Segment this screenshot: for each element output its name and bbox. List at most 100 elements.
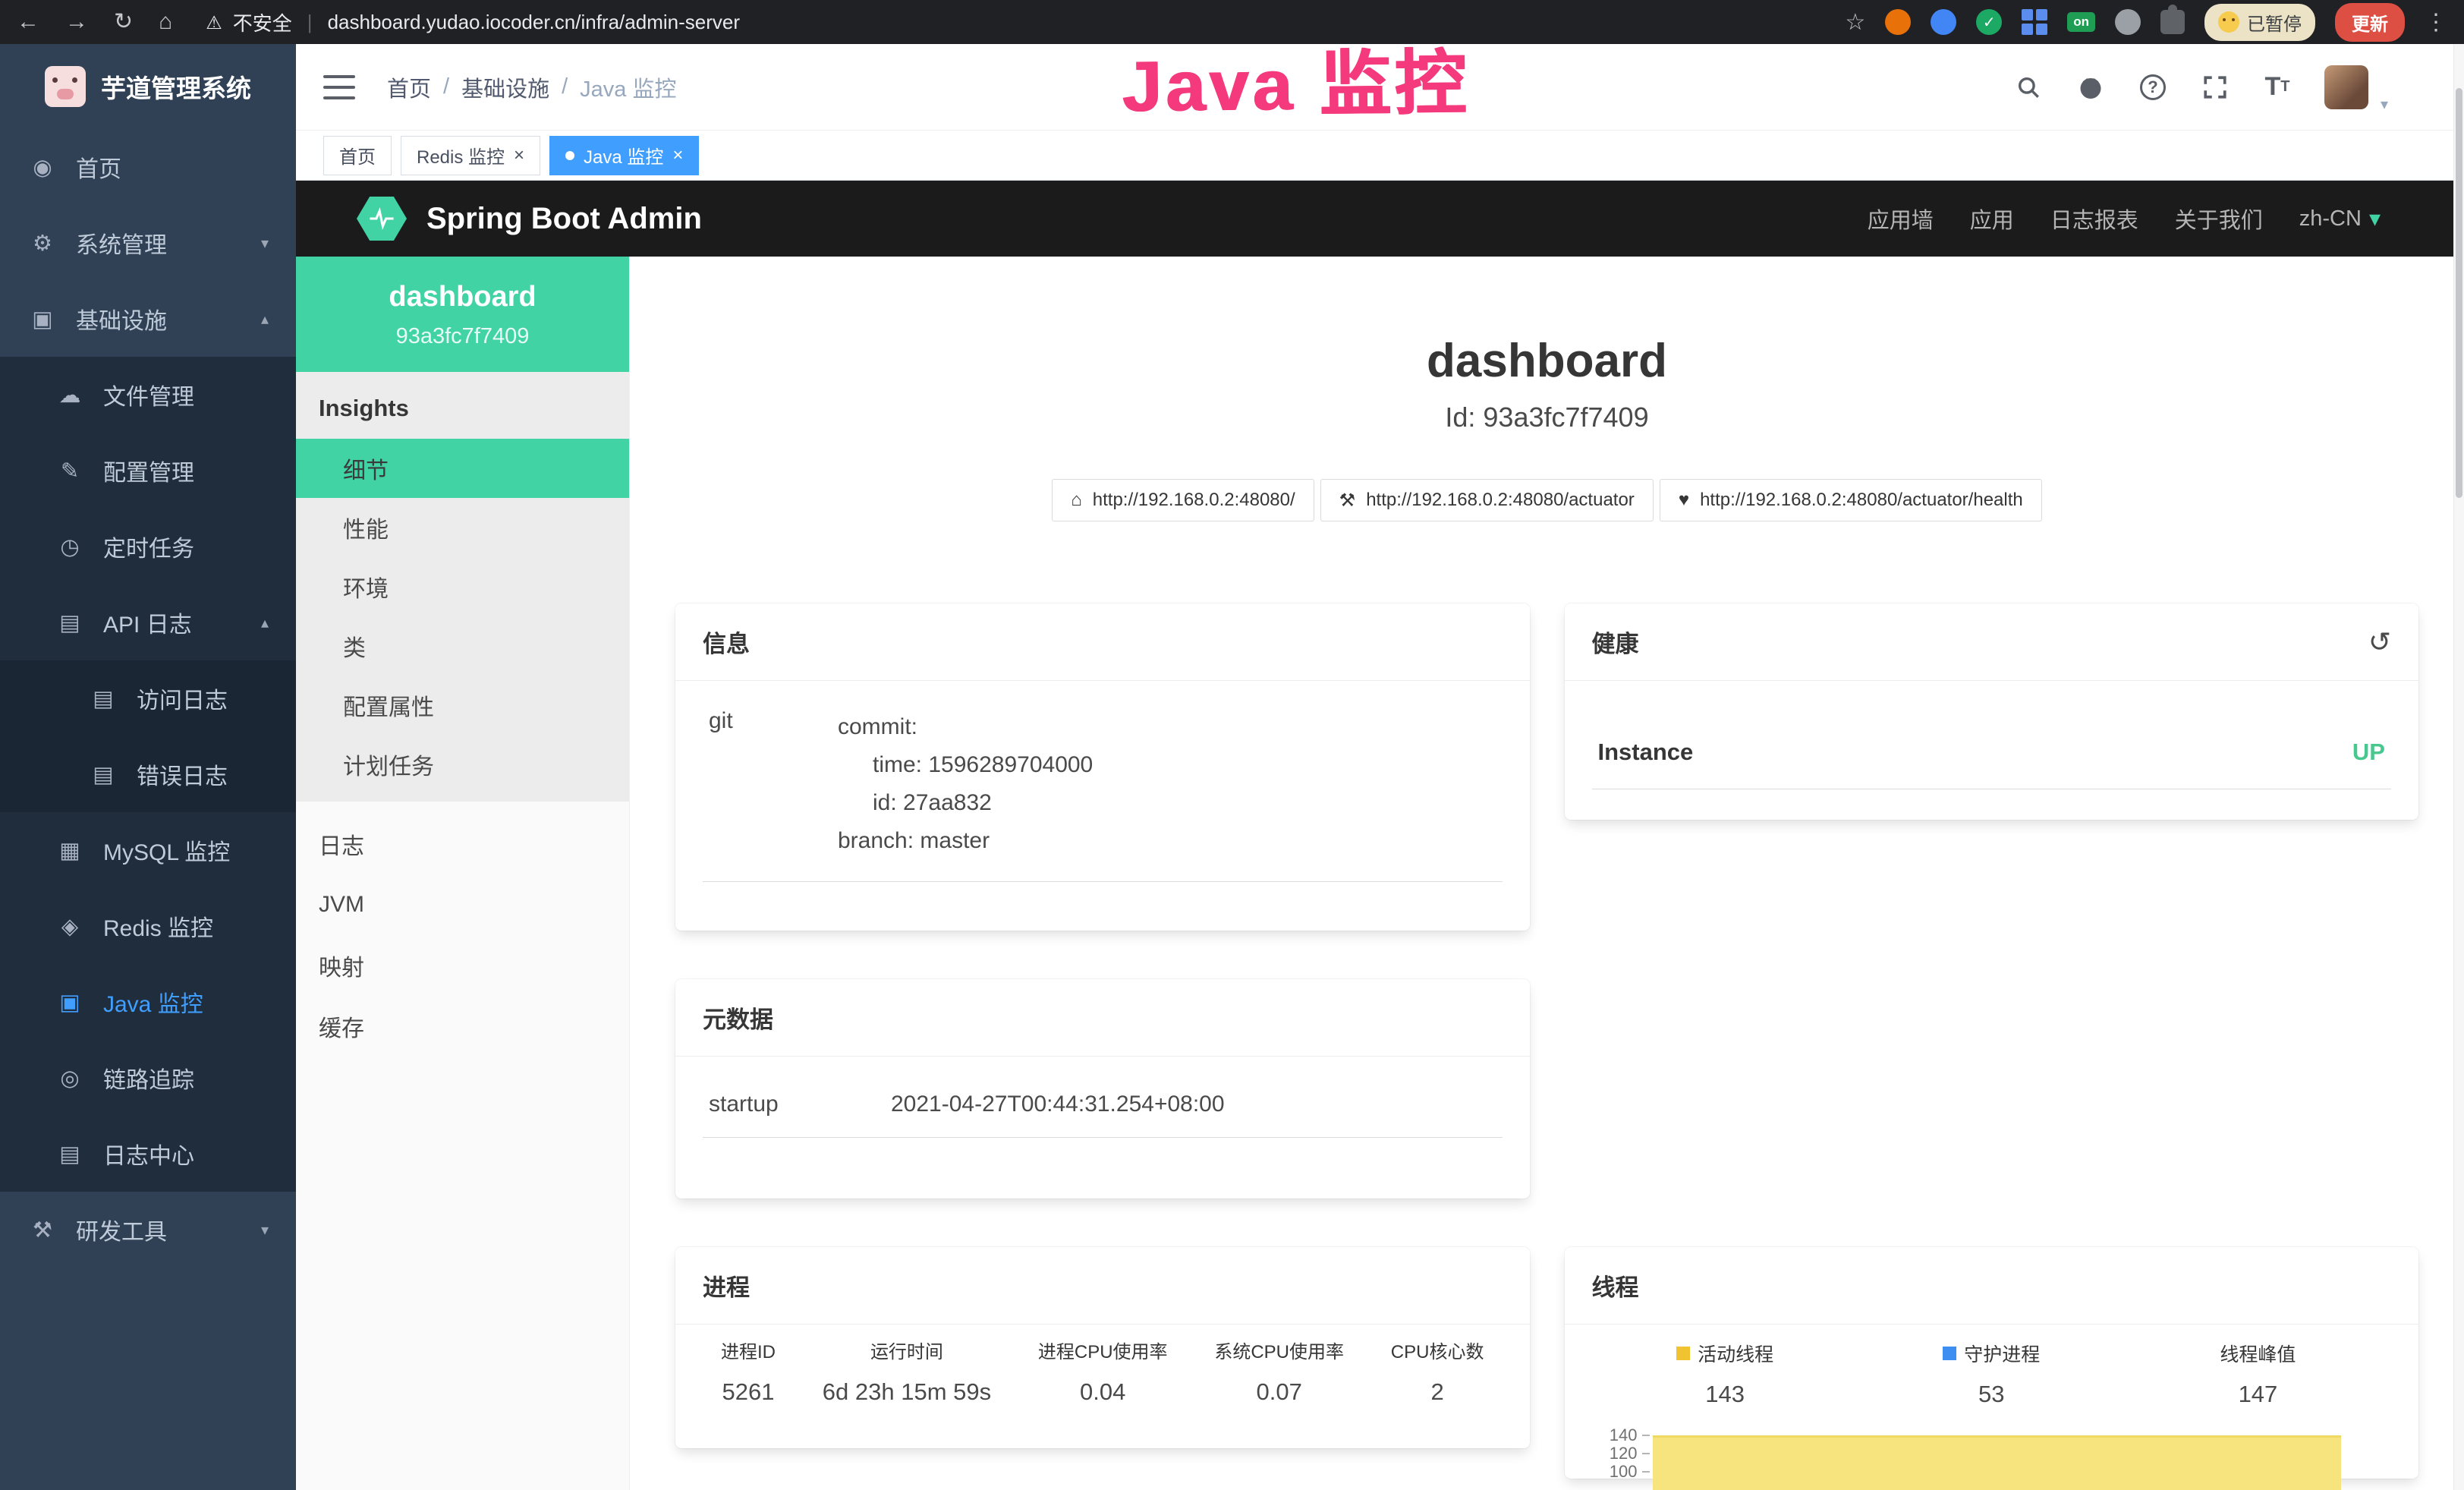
user-avatar[interactable] (2324, 65, 2368, 109)
instance-menu-environment[interactable]: 环境 (296, 557, 629, 616)
font-size-icon[interactable] (2262, 72, 2292, 102)
instance-menu-metrics[interactable]: 性能 (296, 498, 629, 557)
tab-home[interactable]: 首页 (323, 136, 392, 175)
instance-menu-details[interactable]: 细节 (296, 439, 629, 498)
bookmark-star-icon[interactable] (1845, 9, 1865, 36)
close-icon[interactable] (514, 146, 524, 165)
tab-java-monitor[interactable]: Java 监控 (549, 136, 699, 175)
sba-brand[interactable]: Spring Boot Admin (357, 197, 702, 241)
browser-menu-icon[interactable] (2425, 9, 2447, 36)
infra-icon (27, 306, 58, 332)
instance-sidebar: dashboard 93a3fc7f7409 Insights 细节 性能 环境… (296, 257, 630, 1490)
sidebar-item-infra[interactable]: 基础设施 (0, 281, 296, 357)
back-icon[interactable] (17, 11, 39, 33)
cloud-icon (55, 382, 85, 408)
sidebar-item-files[interactable]: 文件管理 (0, 357, 296, 433)
sidebar-item-error-logs[interactable]: 错误日志 (0, 736, 296, 812)
document-icon (88, 761, 118, 788)
browser-home-icon[interactable] (159, 11, 172, 33)
tab-label: Redis 监控 (417, 142, 505, 169)
sidebar-item-label: 日志中心 (103, 1137, 194, 1170)
extension-blue-icon[interactable] (1931, 9, 1956, 35)
sba-logo-icon (357, 197, 407, 241)
sba-nav-wallboard[interactable]: 应用墙 (1868, 203, 1934, 235)
github-icon[interactable] (2075, 72, 2106, 102)
heart-icon (1679, 490, 1689, 511)
instance-menu-mappings[interactable]: 映射 (296, 935, 629, 996)
stat-label: 运行时间 (823, 1337, 991, 1363)
sidebar-item-label: Java 监控 (103, 985, 203, 1019)
health-url-link[interactable]: http://192.168.0.2:48080/actuator/health (1660, 479, 2042, 521)
sidebar-item-dev-tools[interactable]: 研发工具 (0, 1192, 296, 1268)
instance-menu-caches[interactable]: 缓存 (296, 996, 629, 1057)
info-value: commit: time: 1596289704000 id: 27aa832 … (838, 708, 1093, 860)
instance-menu-classes[interactable]: 类 (296, 616, 629, 676)
sidebar-item-access-logs[interactable]: 访问日志 (0, 660, 296, 736)
sba-nav-journal[interactable]: 日志报表 (2050, 203, 2138, 235)
fullscreen-icon[interactable] (2200, 72, 2230, 102)
instance-menu-logs[interactable]: 日志 (296, 814, 629, 874)
health-card-title: 健康 (1592, 625, 1639, 659)
extension-gray-icon[interactable] (2115, 9, 2141, 35)
sidebar-item-home[interactable]: 首页 (0, 129, 296, 205)
address-bar[interactable]: 不安全 dashboard.yudao.iocoder.cn/infra/adm… (206, 8, 740, 36)
extension-grid-icon[interactable] (2022, 9, 2047, 35)
extension-on-toggle[interactable]: on (2067, 12, 2095, 32)
search-icon[interactable] (2013, 72, 2044, 102)
stat-value: 0.04 (1038, 1378, 1168, 1406)
tab-redis-monitor[interactable]: Redis 监控 (401, 136, 540, 175)
extension-check-icon[interactable] (1976, 9, 2002, 35)
redis-icon (55, 913, 85, 940)
sidebar-item-log-center[interactable]: 日志中心 (0, 1116, 296, 1192)
sba-nav-applications[interactable]: 应用 (1970, 203, 2014, 235)
legend-swatch-yellow (1676, 1347, 1690, 1360)
tab-label: Java 监控 (584, 142, 663, 169)
sidebar-menu: 首页 系统管理 基础设施 文件管理 配置管理 定时任务 (0, 129, 296, 1268)
document-icon (88, 685, 118, 712)
chrome-update-button[interactable]: 更新 (2335, 3, 2405, 42)
instance-menu-scheduled[interactable]: 计划任务 (296, 735, 629, 794)
sidebar-item-system[interactable]: 系统管理 (0, 205, 296, 281)
history-icon[interactable] (2368, 626, 2391, 658)
service-url-link[interactable]: http://192.168.0.2:48080/ (1052, 479, 1314, 521)
sba-nav-about[interactable]: 关于我们 (2175, 203, 2263, 235)
reload-icon[interactable] (114, 11, 133, 33)
forward-icon[interactable] (65, 11, 88, 33)
help-icon[interactable] (2138, 72, 2168, 102)
threads-chart: 140 120 100 (1592, 1428, 2392, 1479)
legend-live-threads: 活动线程 143 (1592, 1340, 1858, 1408)
app-logo[interactable]: 芋道管理系统 (0, 44, 296, 129)
instance-menu-config-props[interactable]: 配置属性 (296, 676, 629, 735)
sidebar-item-config[interactable]: 配置管理 (0, 433, 296, 509)
extensions-puzzle-icon[interactable] (2160, 10, 2185, 34)
legend-peak-threads: 线程峰值 147 (2125, 1340, 2391, 1408)
sidebar-item-mysql-monitor[interactable]: MySQL 监控 (0, 812, 296, 888)
sidebar-item-api-logs[interactable]: API 日志 (0, 584, 296, 660)
instance-root-menu: 日志 JVM 映射 缓存 (296, 802, 629, 1057)
chevron-down-icon (261, 234, 269, 253)
scrollbar-thumb[interactable] (2456, 88, 2462, 498)
legend-swatch-blue (1943, 1347, 1956, 1360)
breadcrumb-separator (443, 74, 449, 99)
process-card: 进程 进程ID 5261 运行时间 6d 23h 15m 59 (675, 1247, 1530, 1448)
page-scrollbar[interactable] (2453, 44, 2464, 1490)
sync-paused-badge[interactable]: 已暂停 (2204, 4, 2315, 41)
breadcrumb-home[interactable]: 首页 (387, 71, 431, 103)
link-url: http://192.168.0.2:48080/ (1093, 490, 1295, 511)
breadcrumb-infra[interactable]: 基础设施 (461, 71, 549, 103)
close-icon[interactable] (672, 146, 683, 165)
instance-menu-jvm[interactable]: JVM (296, 874, 629, 935)
stat-pid: 进程ID 5261 (721, 1337, 776, 1406)
sidebar-item-java-monitor[interactable]: Java 监控 (0, 964, 296, 1040)
instance-header[interactable]: dashboard 93a3fc7f7409 (296, 257, 629, 372)
url-text: dashboard.yudao.iocoder.cn/infra/admin-s… (328, 11, 740, 34)
sba-locale-select[interactable]: zh-CN (2299, 206, 2381, 232)
home-icon (1071, 490, 1082, 511)
hamburger-icon[interactable] (323, 75, 355, 99)
extension-orange-icon[interactable] (1885, 9, 1911, 35)
sidebar-item-redis-monitor[interactable]: Redis 监控 (0, 888, 296, 964)
sidebar-item-scheduled-tasks[interactable]: 定时任务 (0, 509, 296, 584)
actuator-url-link[interactable]: http://192.168.0.2:48080/actuator (1320, 479, 1654, 521)
sidebar-item-tracing[interactable]: 链路追踪 (0, 1040, 296, 1116)
stat-value: 2 (1391, 1378, 1484, 1406)
